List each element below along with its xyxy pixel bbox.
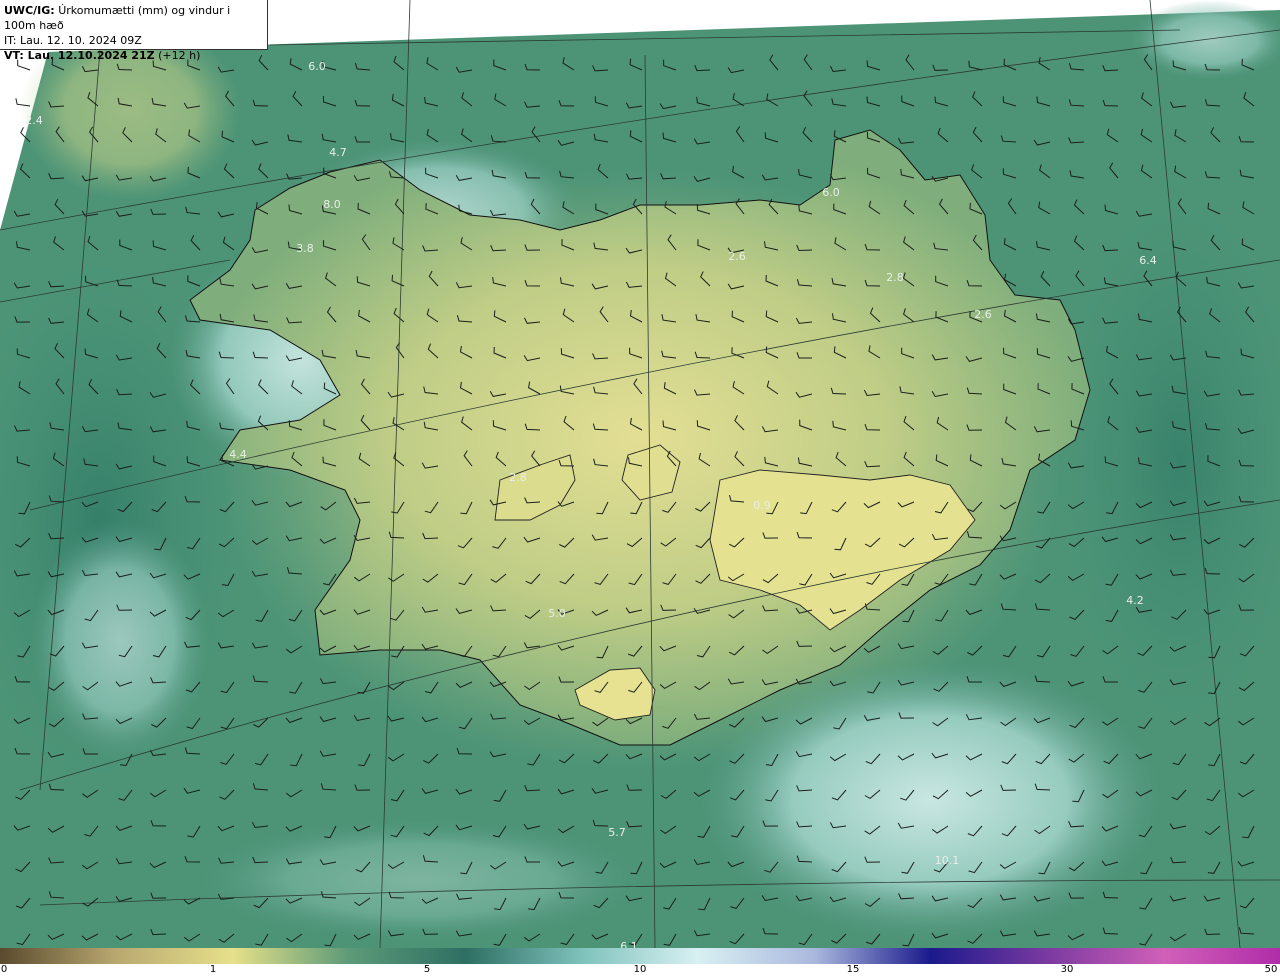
model-label: UWC/IG: bbox=[4, 4, 55, 17]
value-label: 3.8 bbox=[296, 242, 314, 255]
value-label: 6.1 bbox=[620, 940, 638, 948]
value-label: 5.7 bbox=[608, 826, 626, 839]
value-label: 10.1 bbox=[935, 854, 960, 867]
value-label: 2.8 bbox=[509, 471, 527, 484]
colorbar-tick: 0 bbox=[0, 964, 8, 975]
colorbar-tick: 50 bbox=[1264, 964, 1278, 975]
colorbar-tick: 1 bbox=[209, 964, 217, 975]
value-label: 8.0 bbox=[323, 198, 341, 211]
colorbar-ticks: 0 1 5 10 15 30 50 bbox=[0, 964, 1280, 978]
value-label: 6.0 bbox=[308, 60, 326, 73]
value-label: 2.6 bbox=[728, 250, 746, 263]
value-label: 6.4 bbox=[1139, 254, 1157, 267]
value-label: 0.9 bbox=[753, 499, 771, 512]
value-label: 6.0 bbox=[822, 186, 840, 199]
colorbar-tick: 15 bbox=[846, 964, 860, 975]
init-time: IT: Lau. 12. 10. 2024 09Z bbox=[4, 34, 142, 47]
colorbar-tick: 10 bbox=[633, 964, 647, 975]
forecast-step: (+12 h) bbox=[154, 49, 201, 62]
colorbar bbox=[0, 948, 1280, 964]
colorbar-tick: 5 bbox=[423, 964, 431, 975]
value-label: 5.0 bbox=[548, 607, 566, 620]
value-label: 4.2 bbox=[1126, 594, 1144, 607]
map-info-box: UWC/IG: Úrkomumætti (mm) og vindur i 100… bbox=[0, 0, 268, 62]
value-label: 4.4 bbox=[229, 448, 247, 461]
valid-time: VT: Lau. 12.10.2024 21Z bbox=[4, 49, 155, 62]
colorbar-tick: 30 bbox=[1060, 964, 1074, 975]
precipitation-wind-map: 6.0 2.4 4.7 8.0 3.8 4.4 2.8 2.6 2.8 2.6 6.0 6.4 0.9 5… bbox=[0, 0, 1280, 948]
value-label: 2.8 bbox=[886, 271, 904, 284]
value-label: 2.4 bbox=[25, 114, 43, 127]
value-label: 2.6 bbox=[974, 308, 992, 321]
value-label: 4.7 bbox=[329, 146, 347, 159]
